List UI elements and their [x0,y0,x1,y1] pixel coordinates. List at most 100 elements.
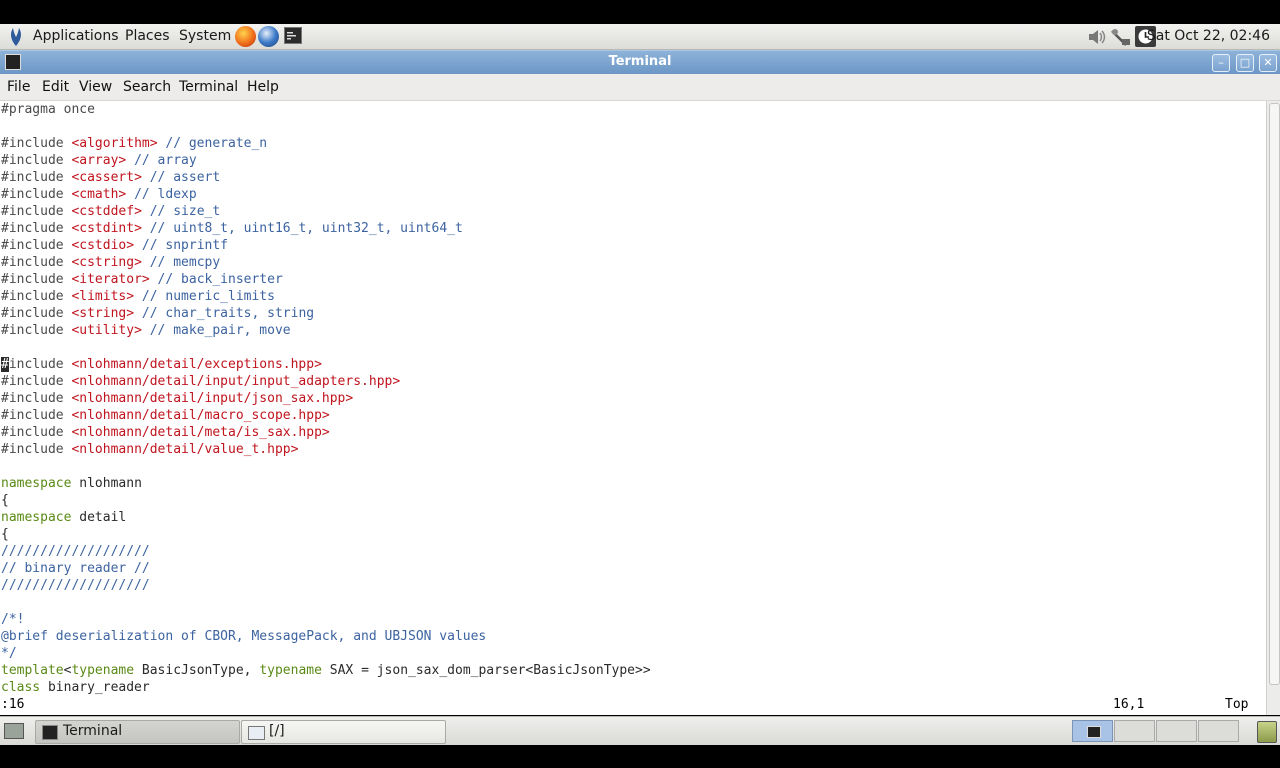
code-line: #include <cstdio> // snprintf [1,237,228,254]
code-token: <nlohmann/detail/exceptions.hpp> [71,357,322,372]
code-token: <iterator> [71,272,150,287]
bottom-panel: Terminal [/] [0,716,1280,745]
trash-icon[interactable] [1257,721,1277,743]
code-line: #include <cstring> // memcpy [1,254,220,271]
code-line: { [1,492,9,509]
menubar: File Edit View Search Terminal Help [0,74,1280,101]
code-token: <nlohmann/detail/input/json_sax.hpp> [71,391,354,406]
scrollbar[interactable] [1266,101,1280,715]
maximize-button[interactable]: □ [1236,54,1254,72]
foot-menu-icon[interactable] [7,25,25,47]
workspace-switcher-2[interactable] [1114,720,1155,742]
code-token: <cmath> [71,187,127,202]
code-token: <nlohmann/detail/value_t.hpp> [71,442,299,457]
code-token: nlohmann [71,476,142,491]
volume-icon[interactable] [1086,28,1106,46]
taskbar-item-label: Terminal [63,723,123,739]
window-titlebar[interactable]: Terminal – □ ✕ [0,50,1280,74]
code-line: #include <cmath> // ldexp [1,186,197,203]
top-panel: Applications Places System Sat Oct 22, 0… [0,24,1280,50]
menu-edit[interactable]: Edit [42,79,69,95]
code-line: #include <nlohmann/detail/input/json_sax… [1,390,353,407]
code-line: namespace detail [1,509,126,526]
terminal-launcher-icon[interactable] [284,27,302,44]
code-token: #include [1,153,72,168]
code-token: // generate_n [157,136,268,151]
workspace-switcher-1[interactable] [1072,720,1113,742]
code-token: <cstddef> [71,204,142,219]
menu-view[interactable]: View [79,79,112,95]
code-line: namespace nlohmann [1,475,142,492]
code-token: // assert [141,170,221,185]
code-token: typename [259,663,322,678]
code-line: template<typename BasicJsonType, typenam… [1,662,651,679]
code-token: // size_t [141,204,221,219]
code-token: /////////////////// [1,578,150,593]
code-token: #include [1,391,72,406]
code-token: // make_pair, move [141,323,291,338]
code-token: @brief deserialization of CBOR, MessageP… [1,629,487,644]
network-icon[interactable] [1110,27,1132,47]
code-token: class [1,680,41,695]
code-token: <cstring> [71,255,142,270]
terminal-text-area[interactable]: #pragma once #include <algorithm> // gene… [0,101,1266,715]
code-line: /////////////////// [1,577,150,594]
close-button[interactable]: ✕ [1259,54,1277,72]
applications-menu[interactable]: Applications [33,28,119,44]
taskbar-item-terminal[interactable]: Terminal [35,720,240,744]
code-token: <algorithm> [71,136,158,151]
code-line: #include <nlohmann/detail/exceptions.hpp… [1,356,322,373]
code-token: typename [71,663,135,678]
firefox-icon[interactable] [235,26,256,47]
code-token: { [1,493,9,508]
code-line: #include <nlohmann/detail/input/input_ad… [1,373,400,390]
system-menu[interactable]: System [179,28,231,44]
workspace-switcher-4[interactable] [1198,720,1239,742]
code-token: // uint8_t, uint16_t, uint32_t, uint64_t [141,221,463,236]
workspace-switcher-3[interactable] [1156,720,1197,742]
code-line: #include <iterator> // back_inserter [1,271,283,288]
menu-file[interactable]: File [7,79,30,95]
code-token: #include [1,136,72,151]
code-token: // back_inserter [149,272,283,287]
code-token: <nlohmann/detail/input/input_adapters.hp… [71,374,401,389]
code-token: #include [1,306,72,321]
code-line: */ [1,645,17,662]
command-line: :16 [1,697,25,712]
code-token: <string> [71,306,135,321]
scroll-position: Top [1225,697,1249,712]
thunderbird-icon[interactable] [258,26,279,47]
code-token: // char_traits, string [134,306,315,321]
code-line: #include <cassert> // assert [1,169,220,186]
places-menu[interactable]: Places [125,28,170,44]
code-token: detail [71,510,127,525]
menu-search[interactable]: Search [123,79,171,95]
code-line: #include <nlohmann/detail/value_t.hpp> [1,441,298,458]
code-token: #include [1,170,72,185]
code-line: #include <cstddef> // size_t [1,203,220,220]
code-line: class binary_reader [1,679,150,696]
code-token: namespace [1,476,72,491]
code-line: #include <nlohmann/detail/macro_scope.hp… [1,407,330,424]
code-token: // snprintf [134,238,228,253]
minimize-button[interactable]: – [1212,54,1230,72]
code-token: <nlohmann/detail/macro_scope.hpp> [71,408,330,423]
code-line: { [1,526,9,543]
code-token: */ [1,646,17,661]
code-token: // array [126,153,197,168]
code-line: #include <nlohmann/detail/meta/is_sax.hp… [1,424,330,441]
code-line: #include <string> // char_traits, string [1,305,314,322]
taskbar-item-folder[interactable]: [/] [241,720,446,744]
code-token: #include [1,255,72,270]
terminal-task-icon [42,725,58,740]
code-line: #include <cstdint> // uint8_t, uint16_t,… [1,220,463,237]
code-token: # [1,357,9,372]
scrollbar-thumb[interactable] [1269,103,1280,685]
code-token: #include [1,442,72,457]
clock[interactable]: Sat Oct 22, 02:46 [1147,28,1270,44]
code-token: #include [1,238,72,253]
show-desktop-icon[interactable] [4,723,24,739]
menu-help[interactable]: Help [247,79,279,95]
code-token: SAX = json_sax_dom_parser<BasicJsonType>… [321,663,651,678]
menu-terminal[interactable]: Terminal [179,79,238,95]
